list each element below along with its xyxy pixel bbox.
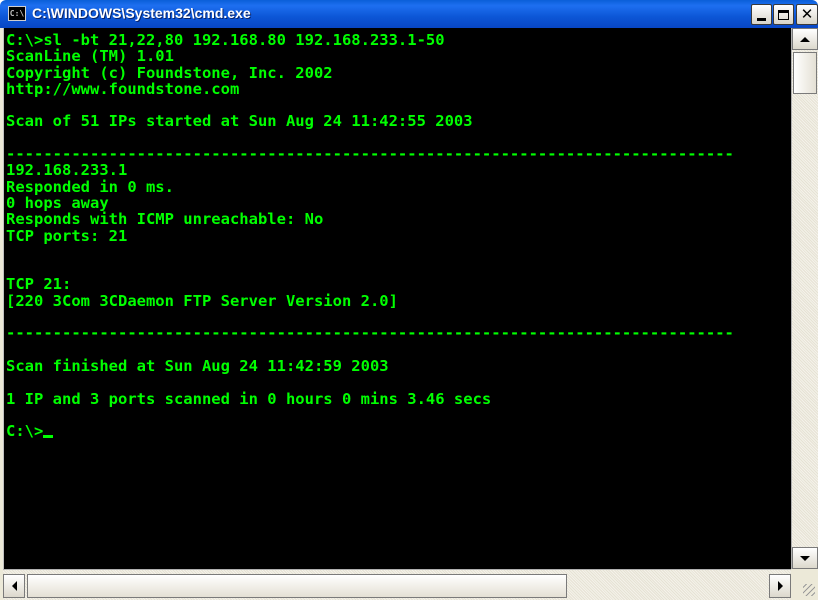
console-line: 1 IP and 3 ports scanned in 0 hours 0 mi… (6, 389, 492, 408)
console-line: [220 3Com 3CDaemon FTP Server Version 2.… (6, 291, 398, 310)
command-prompt: C:\> (6, 422, 44, 441)
console-line: ----------------------------------------… (6, 324, 734, 343)
cmd-window: C:\ C:\WINDOWS\System32\cmd.exe ✕ C:\>sl… (0, 0, 818, 600)
maximize-icon (778, 9, 789, 20)
console-line: ----------------------------------------… (6, 145, 734, 164)
scroll-left-button[interactable] (3, 574, 25, 598)
console-text: C:\>sl -bt 21,22,80 192.168.80 192.168.2… (6, 32, 734, 439)
minimize-button[interactable] (751, 4, 772, 25)
arrow-up-icon (800, 36, 810, 42)
horizontal-scroll-thumb[interactable] (27, 574, 567, 598)
close-button[interactable]: ✕ (796, 4, 818, 25)
window-title: C:\WINDOWS\System32\cmd.exe (32, 5, 251, 21)
text-cursor (43, 435, 54, 439)
resize-grip-icon[interactable] (803, 584, 815, 596)
arrow-down-icon (800, 555, 810, 561)
console-line: Scan finished at Sun Aug 24 11:42:59 200… (6, 356, 389, 375)
scroll-right-button[interactable] (769, 574, 791, 598)
scroll-down-button[interactable] (792, 547, 818, 569)
console-line: Scan of 51 IPs started at Sun Aug 24 11:… (6, 112, 473, 131)
close-icon: ✕ (800, 5, 814, 23)
console-line: C:\>sl -bt 21,22,80 192.168.80 192.168.2… (6, 31, 445, 49)
title-bar[interactable]: C:\ C:\WINDOWS\System32\cmd.exe ✕ (0, 0, 818, 28)
arrow-right-icon (777, 581, 783, 591)
console-line: Responds with ICMP unreachable: No (6, 210, 324, 229)
scroll-up-button[interactable] (792, 28, 818, 50)
console-line: http://www.foundstone.com (6, 79, 240, 98)
console-line: 192.168.233.1 (6, 161, 128, 180)
maximize-button[interactable] (773, 4, 794, 25)
vertical-scroll-thumb[interactable] (793, 52, 817, 94)
horizontal-scrollbar[interactable] (3, 569, 791, 600)
console-lines: C:\>sl -bt 21,22,80 192.168.80 192.168.2… (6, 31, 734, 408)
console-output[interactable]: C:\>sl -bt 21,22,80 192.168.80 192.168.2… (3, 28, 791, 569)
cmd-app-icon[interactable]: C:\ (8, 6, 26, 21)
console-line: TCP ports: 21 (6, 226, 128, 245)
console-line: Copyright (c) Foundstone, Inc. 2002 (6, 63, 333, 82)
minimize-icon (757, 17, 766, 21)
vertical-scrollbar[interactable] (791, 28, 818, 569)
console-line: ScanLine (TM) 1.01 (6, 47, 174, 66)
scrollbar-corner (791, 569, 818, 600)
console-line: TCP 21: (6, 275, 72, 294)
arrow-left-icon (11, 581, 17, 591)
console-line: Responded in 0 ms. (6, 177, 174, 196)
console-line: 0 hops away (6, 193, 109, 212)
